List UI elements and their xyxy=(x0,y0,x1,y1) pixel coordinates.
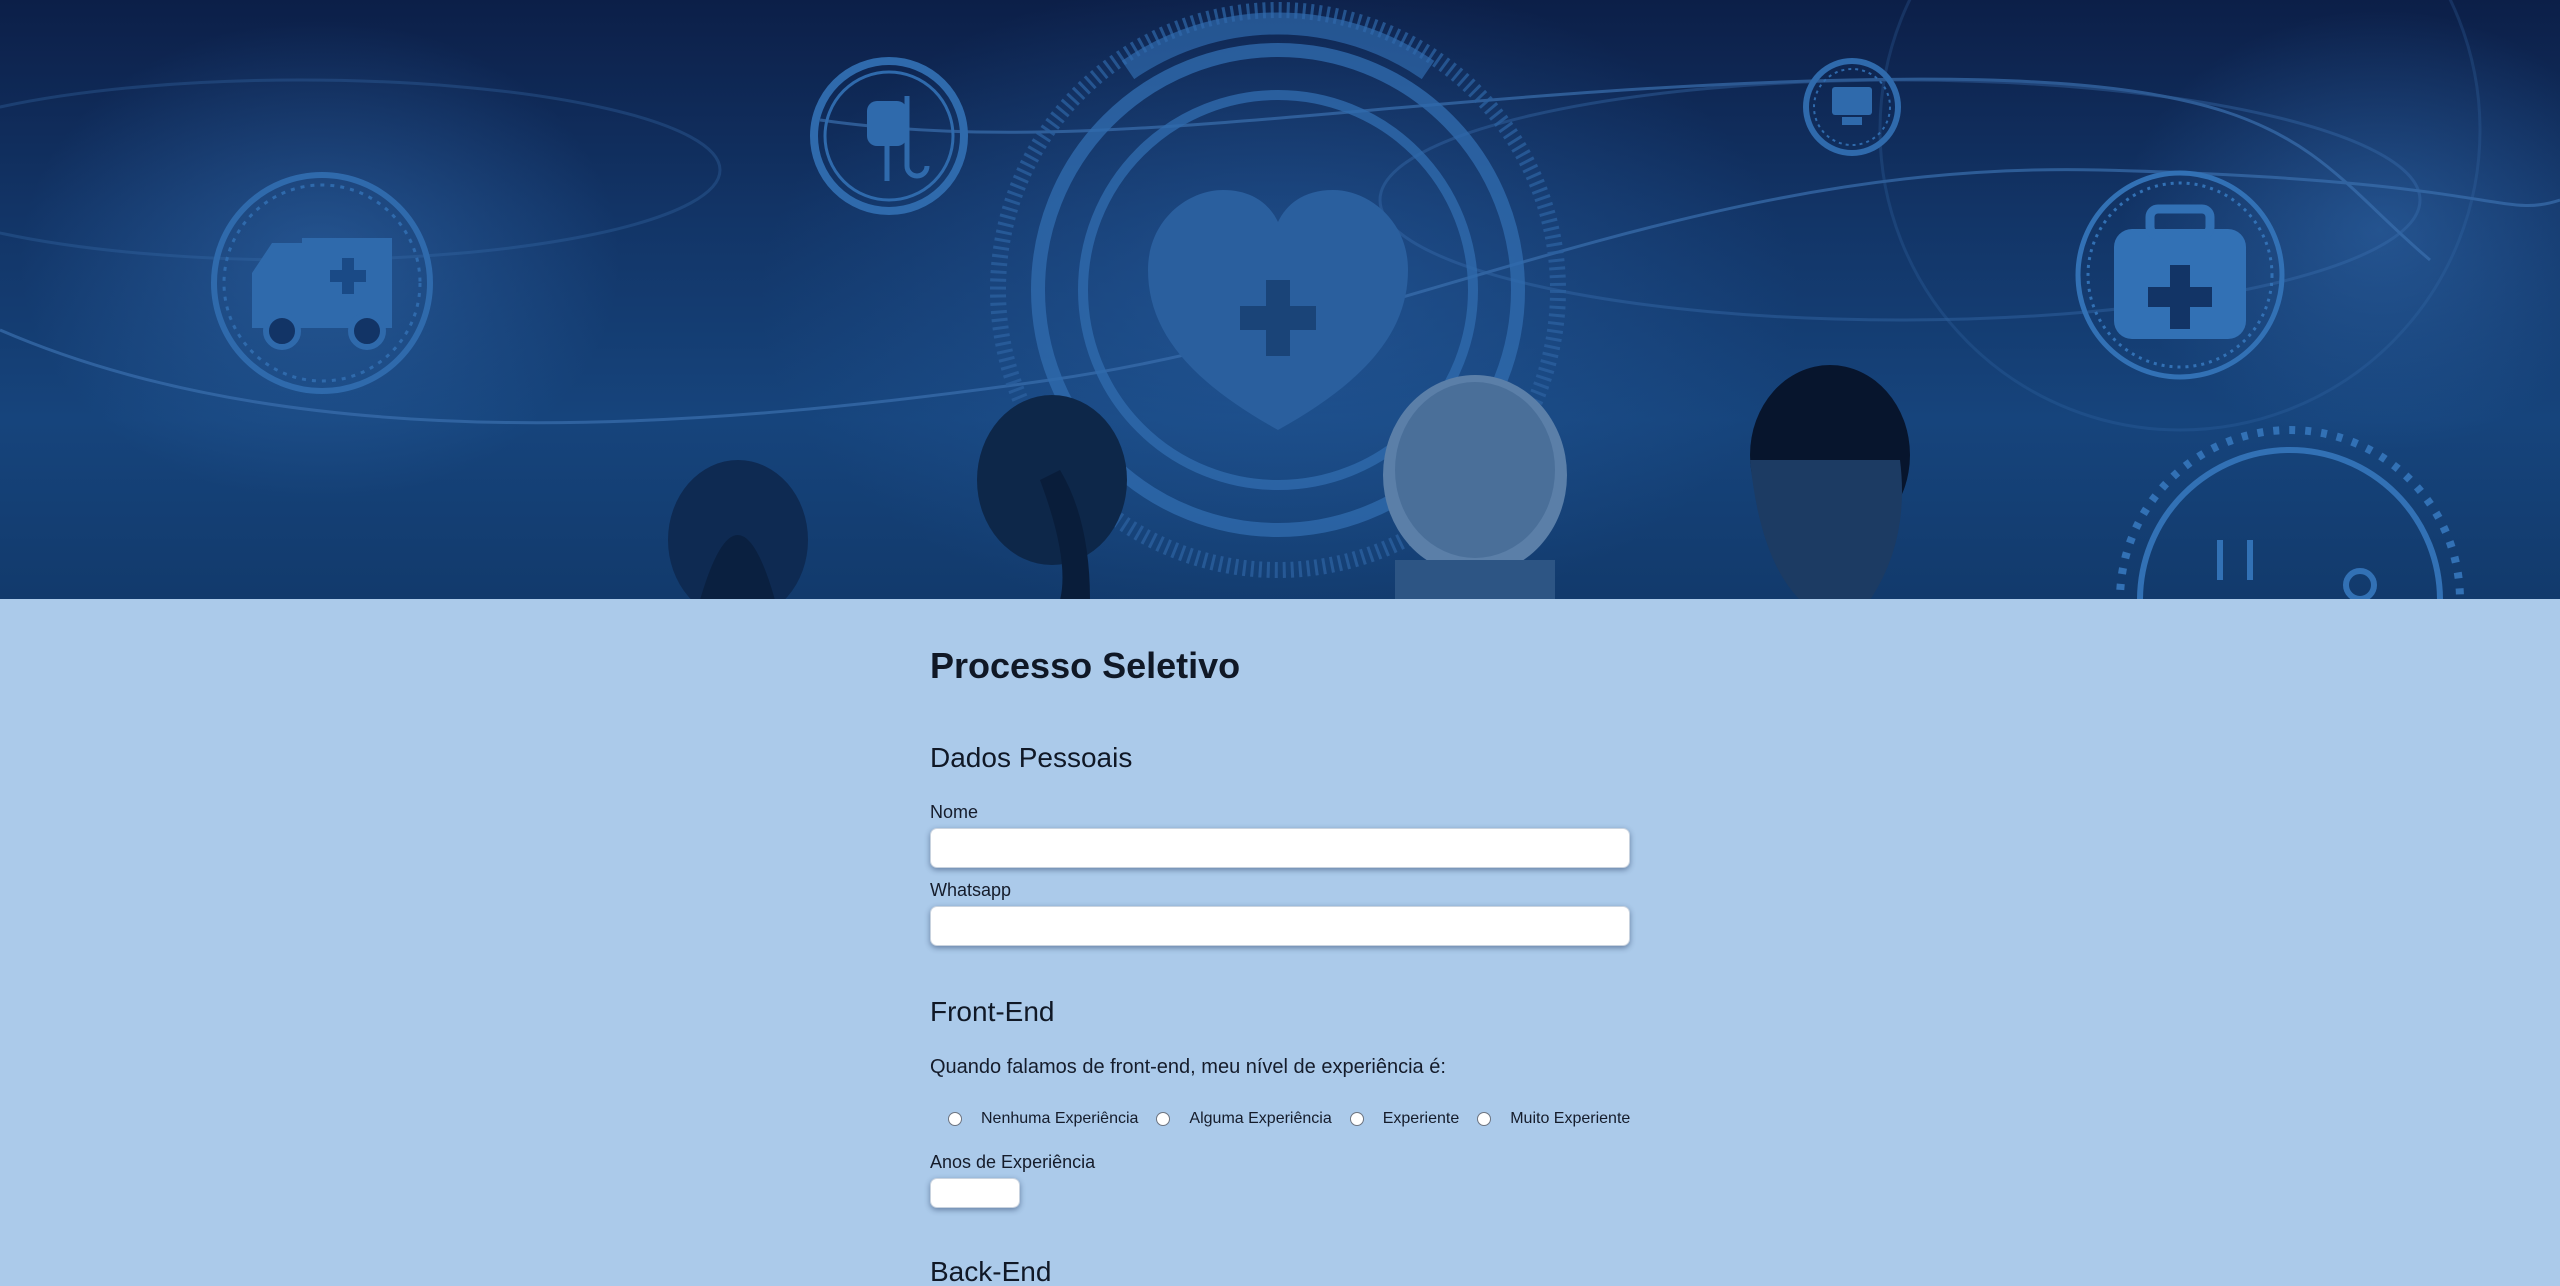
whatsapp-label: Whatsapp xyxy=(930,880,1012,900)
stethoscope-icon xyxy=(2116,426,2464,599)
radio-label-muito-experiente: Muito Experiente xyxy=(1510,1110,1631,1127)
radio-option-muito-experiente[interactable] xyxy=(1477,1112,1492,1126)
radio-option-nenhuma[interactable] xyxy=(948,1112,962,1126)
name-label: Nome xyxy=(930,802,979,822)
experience-radio-group: Nenhuma Experiência Alguma Experiência E… xyxy=(948,1104,1648,1134)
radio-option-alguma[interactable] xyxy=(1156,1112,1171,1126)
section-title-personal: Dados Pessoais xyxy=(930,742,1133,773)
monitor-icon xyxy=(1803,58,1901,156)
years-experience-input[interactable] xyxy=(930,1178,1020,1208)
radio-label-experiente: Experiente xyxy=(1382,1110,1460,1127)
banner-illustration xyxy=(0,0,2560,599)
section-title-frontend: Front-End xyxy=(930,996,1055,1027)
radio-label-alguma: Alguma Experiência xyxy=(1189,1110,1332,1127)
radio-option-experiente[interactable] xyxy=(1349,1112,1364,1126)
section-title-backend: Back-End xyxy=(930,1256,1052,1286)
whatsapp-input[interactable] xyxy=(930,906,1630,946)
frontend-experience-question: Quando falamos de front-end, meu nível d… xyxy=(930,1056,1446,1078)
radio-label-nenhuma: Nenhuma Experiência xyxy=(981,1110,1139,1127)
years-experience-label: Anos de Experiência xyxy=(930,1152,1096,1172)
page-title: Processo Seletivo xyxy=(930,645,1241,686)
header-banner xyxy=(0,0,2560,599)
name-input[interactable] xyxy=(930,828,1630,868)
